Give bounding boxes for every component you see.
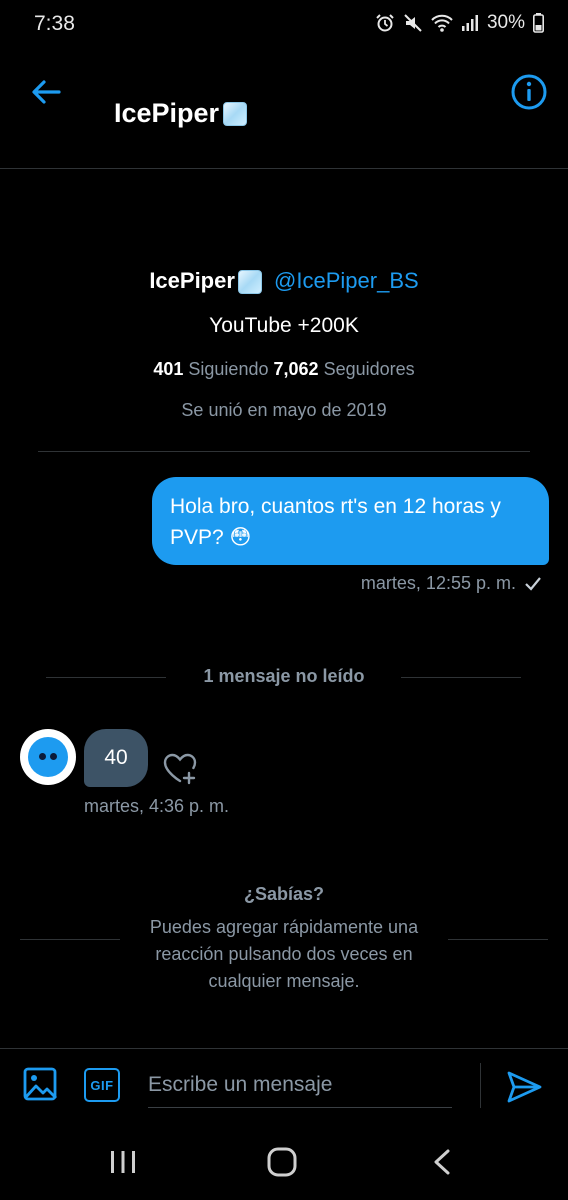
back-arrow-icon[interactable] [28,74,64,110]
avatar[interactable] [20,729,76,785]
unread-divider-right [401,677,521,678]
image-icon[interactable] [22,1066,58,1102]
received-message-time: martes, 4:36 p. m. [84,796,230,816]
tip-divider-left [20,939,120,940]
tip-body: Puedes agregar rápidamente una reacción … [149,917,419,991]
alarm-icon [376,14,394,32]
message-input[interactable] [148,1062,452,1108]
heart-plus-icon[interactable] [160,748,200,788]
profile-name: IcePiper [149,268,235,293]
profile-bio: YouTube +200K [209,314,359,337]
battery-percent: 30% [486,12,525,33]
wifi-icon [431,14,453,32]
send-icon[interactable] [504,1068,544,1106]
profile-joined: Se unió en mayo de 2019 [181,400,387,420]
tip-title: ¿Sabías? [243,884,325,904]
ice-cube-icon [223,101,248,126]
following-label: Siguiendo [188,359,269,379]
sent-message-meta: martes, 12:55 p. m. [361,573,542,594]
profile-name-row[interactable]: IcePiper @IcePiper_BS [0,268,568,295]
gif-label: GIF [90,1077,114,1093]
profile-handle: @IcePiper_BS [274,268,419,293]
nav-back-icon[interactable] [430,1148,454,1176]
sent-message-time: martes, 12:55 p. m. [360,573,516,593]
recent-apps-icon[interactable] [108,1148,138,1176]
followers-count: 7,062 [273,359,319,379]
status-icons: 30% [375,12,544,34]
profile-stats: 401 Siguiendo 7,062 Seguidores [0,359,568,380]
received-message-bubble[interactable]: 40 [84,729,148,787]
avatar-image [28,737,68,777]
conversation-title: IcePiper [114,98,248,129]
battery-icon [533,13,544,33]
profile-divider [38,451,530,452]
composer-divider [0,1048,568,1049]
following-count: 401 [153,359,184,379]
checkmark-icon [525,576,541,591]
info-icon[interactable] [510,73,548,111]
followers-label: Seguidores [323,359,415,379]
header-divider [0,168,568,169]
mute-icon [404,14,422,32]
composer-separator [480,1063,481,1108]
signal-icon [461,15,478,31]
gif-button[interactable]: GIF [84,1068,120,1102]
tip-divider-right [448,939,548,940]
home-icon[interactable] [266,1146,298,1178]
header-name: IcePiper [114,98,220,128]
status-time: 7:38 [34,12,75,35]
ice-cube-icon [237,270,262,295]
sent-message-bubble[interactable]: Hola bro, cuantos rt's en 12 horas y PVP… [152,477,549,565]
